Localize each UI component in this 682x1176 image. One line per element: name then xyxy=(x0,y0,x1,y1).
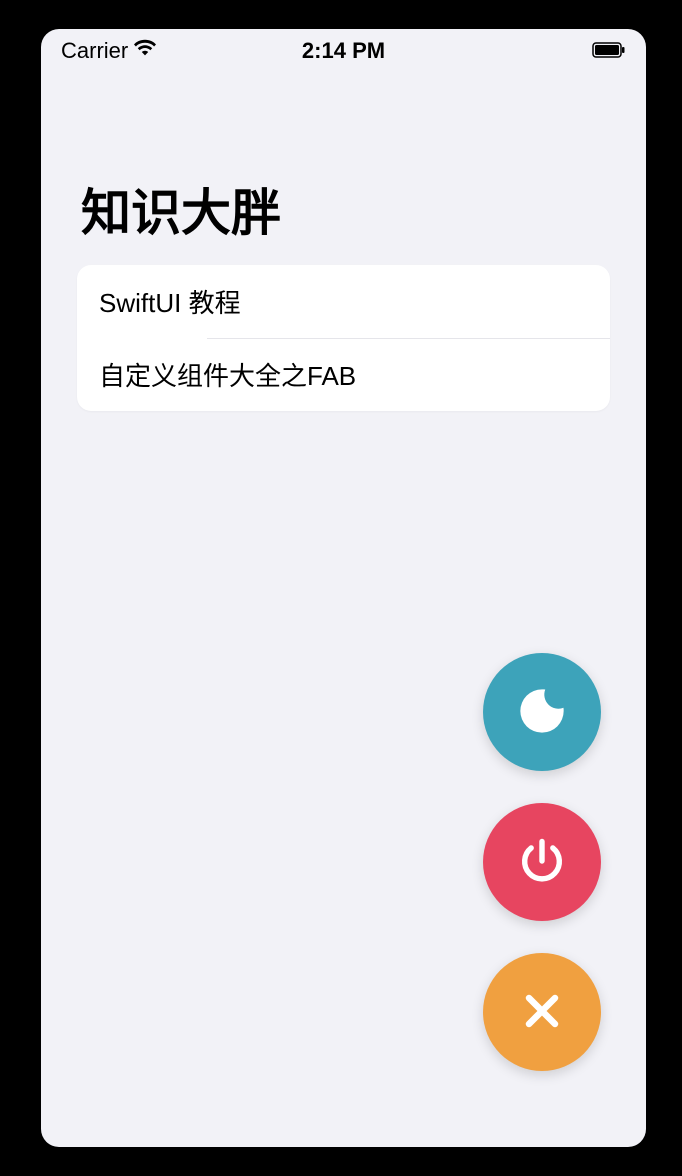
battery-icon xyxy=(592,38,626,64)
power-icon xyxy=(516,835,568,890)
status-left: Carrier xyxy=(61,37,156,65)
status-right xyxy=(592,38,626,64)
list-item[interactable]: 自定义组件大全之FAB xyxy=(77,338,610,411)
fab-moon-button[interactable] xyxy=(483,653,601,771)
status-time: 2:14 PM xyxy=(302,38,385,64)
device-frame: Carrier 2:14 PM 知识大胖 xyxy=(25,13,662,1163)
wifi-icon xyxy=(134,37,156,65)
list-card: SwiftUI 教程 自定义组件大全之FAB xyxy=(77,265,610,411)
fab-container xyxy=(483,653,601,1071)
fab-power-button[interactable] xyxy=(483,803,601,921)
carrier-label: Carrier xyxy=(61,38,128,64)
screen: Carrier 2:14 PM 知识大胖 xyxy=(41,29,646,1147)
page-title: 知识大胖 xyxy=(41,173,646,265)
list-item-label: 自定义组件大全之FAB xyxy=(99,361,356,391)
fab-close-button[interactable] xyxy=(483,953,601,1071)
content: 知识大胖 SwiftUI 教程 自定义组件大全之FAB xyxy=(41,73,646,411)
moon-icon xyxy=(516,685,568,740)
status-bar: Carrier 2:14 PM xyxy=(41,29,646,73)
list-item-label: SwiftUI 教程 xyxy=(99,288,241,318)
list-item[interactable]: SwiftUI 教程 xyxy=(77,265,610,338)
close-icon xyxy=(516,985,568,1040)
